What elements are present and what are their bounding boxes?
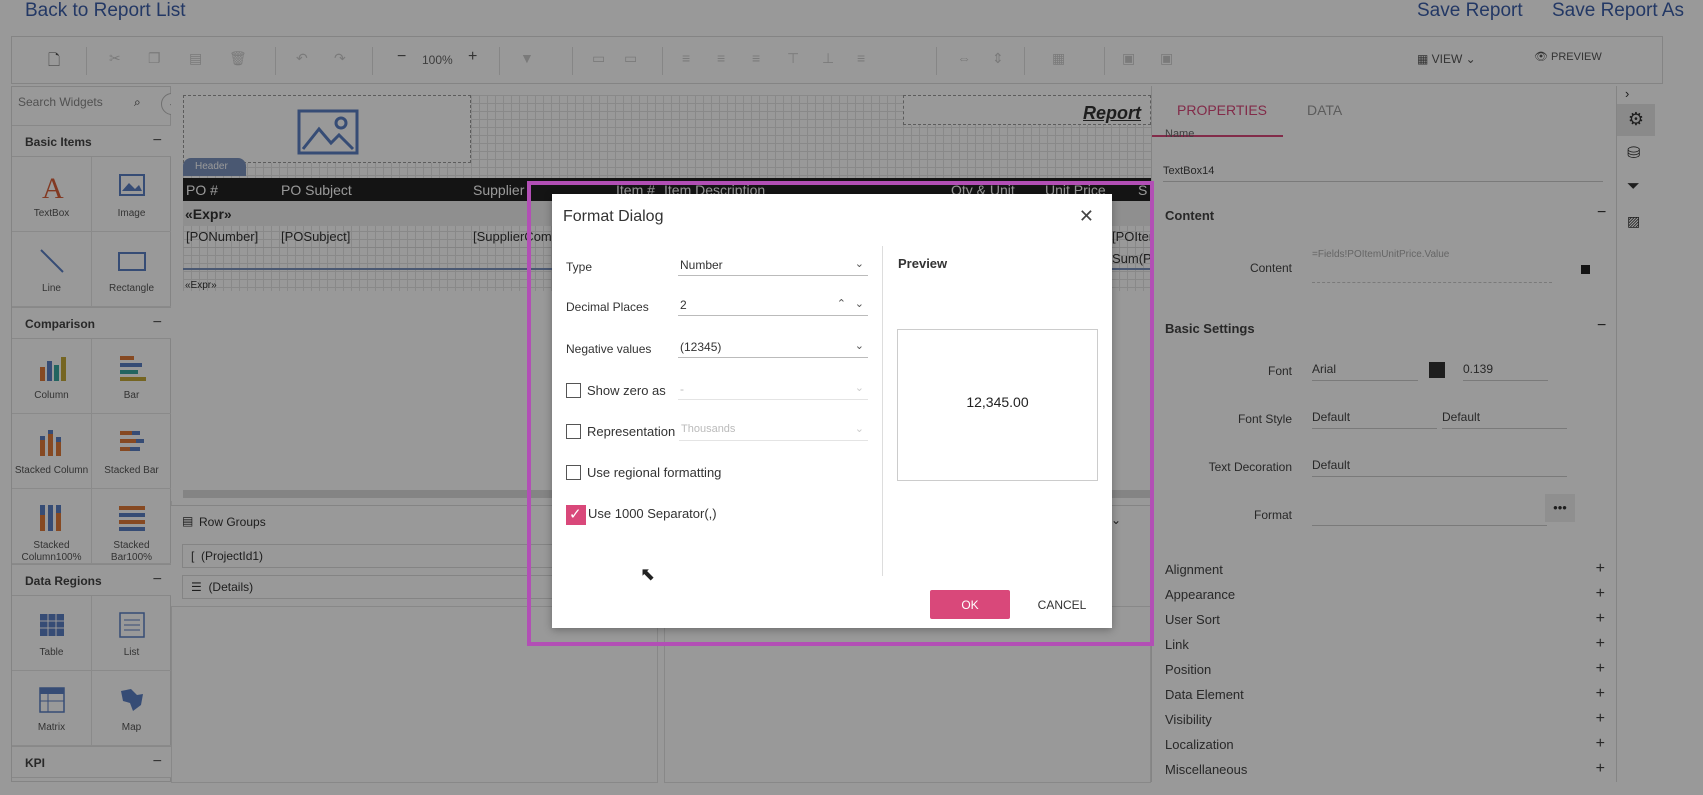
mouse-cursor-icon: ⬉ (640, 564, 656, 584)
ok-button[interactable]: OK (930, 590, 1010, 619)
chevron-down-icon: ⌄ (854, 340, 864, 352)
decimal-places-label: Decimal Places (566, 300, 649, 314)
preview-title: Preview (898, 256, 948, 271)
chevron-down-icon[interactable]: ⌄ (855, 297, 864, 310)
chevron-down-icon: ⌄ (854, 423, 864, 435)
show-zero-checkbox[interactable] (566, 383, 581, 398)
thousand-separator-label: Use 1000 Separator(,) (588, 506, 717, 521)
preview-box: 12,345.00 (897, 329, 1098, 481)
type-label: Type (566, 260, 593, 274)
dialog-divider (882, 246, 883, 576)
type-select[interactable]: Number ⌄ (678, 252, 868, 276)
type-value: Number (680, 258, 723, 272)
thousand-separator-checkbox[interactable]: ✓ (566, 505, 586, 525)
show-zero-label: Show zero as (587, 383, 666, 398)
show-zero-value: - (680, 382, 684, 396)
cancel-button[interactable]: CANCEL (1022, 590, 1102, 619)
chevron-down-icon: ⌄ (854, 258, 864, 270)
representation-select[interactable]: Thousands ⌄ (679, 417, 868, 441)
close-icon[interactable]: ✕ (1079, 206, 1094, 227)
representation-checkbox[interactable] (566, 424, 581, 439)
show-zero-select[interactable]: - ⌄ (678, 376, 868, 400)
decimal-places-stepper[interactable]: 2 ⌃ ⌄ (678, 292, 868, 316)
negative-values-select[interactable]: (12345) ⌄ (678, 334, 868, 358)
regional-formatting-label: Use regional formatting (587, 465, 722, 480)
regional-formatting-checkbox[interactable] (566, 465, 581, 480)
chevron-down-icon: ⌄ (854, 382, 864, 394)
preview-value: 12,345.00 (966, 394, 1029, 410)
chevron-up-icon[interactable]: ⌃ (837, 297, 846, 310)
format-dialog: Format Dialog ✕ Type Number ⌄ Decimal Pla… (552, 194, 1112, 628)
representation-value: Thousands (681, 423, 736, 435)
representation-label: Representation (587, 424, 676, 439)
negative-values-label: Negative values (566, 342, 652, 356)
checkmark-icon: ✓ (569, 506, 582, 523)
decimal-value: 2 (680, 298, 687, 312)
negative-value: (12345) (680, 340, 722, 354)
dialog-title: Format Dialog (563, 208, 664, 225)
